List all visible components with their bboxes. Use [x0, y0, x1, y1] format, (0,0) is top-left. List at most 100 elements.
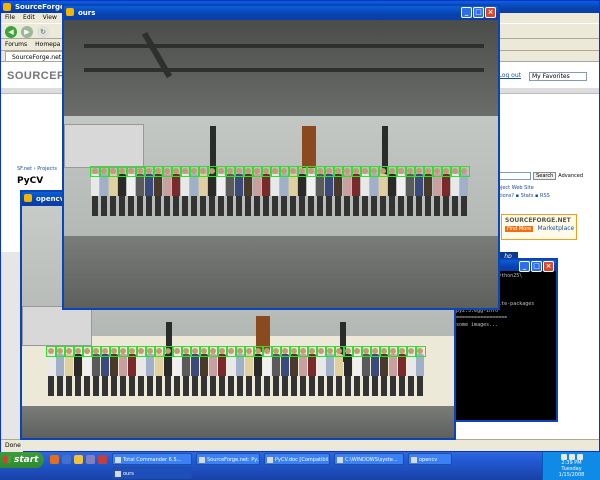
maximize-icon[interactable]: □: [531, 261, 542, 272]
menu-edit[interactable]: Edit: [23, 13, 35, 23]
face-detection-box: [54, 346, 66, 357]
taskbar: start Total Commander 6.5... SourceForge…: [0, 452, 600, 480]
task-pycv-doc[interactable]: PyCV.doc [Compatibil...: [264, 453, 330, 465]
stats-link[interactable]: Stats: [521, 193, 534, 199]
face-detection-box: [126, 346, 138, 357]
face-detection-box: [63, 346, 75, 357]
face-detection-box: [306, 346, 318, 357]
task-total-commander[interactable]: Total Commander 6.5...: [112, 453, 192, 465]
face-detection-box: [270, 346, 282, 357]
face-detection-box: [377, 166, 389, 177]
close-icon[interactable]: ×: [543, 261, 554, 272]
people-group: [45, 346, 426, 396]
menu-view[interactable]: View: [43, 13, 57, 23]
side-text: nations? ▪ Stats ▪ RSS: [493, 193, 550, 199]
account-links: Log out My Favorites: [499, 72, 587, 81]
face-detection-box: [135, 346, 147, 357]
breadcrumb[interactable]: SF.net › Projects: [17, 166, 57, 172]
console-window-controls: _ □ ×: [519, 261, 554, 272]
face-detection-box: [395, 166, 407, 177]
quicklaunch-app-icon[interactable]: [98, 455, 107, 464]
face-detection-box: [261, 346, 273, 357]
favorites-select[interactable]: My Favorites: [529, 72, 587, 81]
face-detection-box: [323, 166, 335, 177]
face-detection-box: [422, 166, 434, 177]
face-detection-box: [413, 166, 425, 177]
face-detection-box: [243, 346, 255, 357]
task-ours[interactable]: ours: [112, 467, 192, 479]
face-detection-box: [449, 166, 461, 177]
maximize-icon[interactable]: □: [473, 7, 484, 18]
face-detection-box: [324, 346, 336, 357]
face-detection-box: [431, 166, 443, 177]
task-opencv[interactable]: opencv: [408, 453, 452, 465]
face-detection-box: [260, 166, 272, 177]
face-detection-box: [99, 346, 111, 357]
task-command-prompt[interactable]: C:\WINDOWS\syste...: [334, 453, 404, 465]
face-detection-box: [386, 166, 398, 177]
face-detection-box: [278, 166, 290, 177]
face-detection-box: [387, 346, 399, 357]
face-detection-box: [171, 346, 183, 357]
rss-link[interactable]: RSS: [540, 193, 550, 199]
find-more-button[interactable]: Find More: [505, 226, 534, 232]
face-detection-box: [216, 346, 228, 357]
ours-window-controls: _ □ ×: [461, 7, 496, 18]
forward-arrow-icon[interactable]: ▶: [21, 26, 33, 38]
face-detection-box: [296, 166, 308, 177]
ours-window-icon: [66, 8, 74, 16]
ours-title-bar[interactable]: ours _ □ ×: [64, 6, 498, 20]
face-detection-box: [288, 346, 300, 357]
project-web-site-link[interactable]: Project Web Site: [493, 184, 583, 192]
project-title: PyCV: [17, 176, 44, 186]
quicklaunch-ie-icon[interactable]: [62, 455, 71, 464]
quicklaunch-folder-icon[interactable]: [74, 455, 83, 464]
face-detection-box: [143, 166, 155, 177]
face-detection-box: [108, 346, 120, 357]
face-detection-box: [206, 166, 218, 177]
face-detection-box: [233, 166, 245, 177]
ours-window-title: ours: [78, 9, 96, 17]
task-sourceforge[interactable]: SourceForge.net: Py...: [196, 453, 260, 465]
face-detection-box: [72, 346, 84, 357]
face-detection-box: [225, 346, 237, 357]
face-detection-box: [161, 166, 173, 177]
console-line: some images...: [456, 322, 499, 328]
face-detection-box: [170, 166, 182, 177]
minimize-icon[interactable]: _: [519, 261, 530, 272]
logout-link[interactable]: Log out: [499, 72, 521, 81]
face-detection-box: [279, 346, 291, 357]
face-detection-box: [98, 166, 110, 177]
bookmark-forums[interactable]: Forums: [5, 39, 27, 50]
face-detection-box: [144, 346, 156, 357]
face-detection-box: [207, 346, 219, 357]
reload-icon[interactable]: ↻: [37, 26, 49, 38]
search-button[interactable]: Search: [533, 172, 557, 180]
advanced-link[interactable]: Advanced: [558, 173, 583, 179]
quicklaunch-firefox-icon[interactable]: [50, 455, 59, 464]
face-detection-box: [378, 346, 390, 357]
face-detection-box: [117, 346, 129, 357]
marketplace-ad[interactable]: SOURCEFORGE.NET Find More Marketplace: [501, 214, 577, 240]
quicklaunch-show-desktop-icon[interactable]: [86, 455, 95, 464]
face-detection-box: [351, 346, 363, 357]
face-detection-box: [116, 166, 128, 177]
ours-photo: [64, 20, 498, 308]
face-detection-box: [414, 346, 426, 357]
face-detection-box: [45, 346, 57, 357]
face-detection-box: [315, 346, 327, 357]
face-detection-box: [198, 346, 210, 357]
minimize-icon[interactable]: _: [461, 7, 472, 18]
back-arrow-icon[interactable]: ◀: [5, 26, 17, 38]
face-detection-box: [458, 166, 470, 177]
bookmark-homepage[interactable]: Homepa: [35, 39, 60, 50]
face-detection-box: [215, 166, 227, 177]
start-button[interactable]: start: [0, 452, 44, 468]
close-icon[interactable]: ×: [485, 7, 496, 18]
face-detection-box: [153, 346, 165, 357]
opencv-window-title: opencv: [36, 195, 65, 203]
opencv-window-icon: [24, 194, 32, 202]
menu-file[interactable]: File: [5, 13, 15, 23]
face-detection-box: [314, 166, 326, 177]
face-detection-box: [107, 166, 119, 177]
